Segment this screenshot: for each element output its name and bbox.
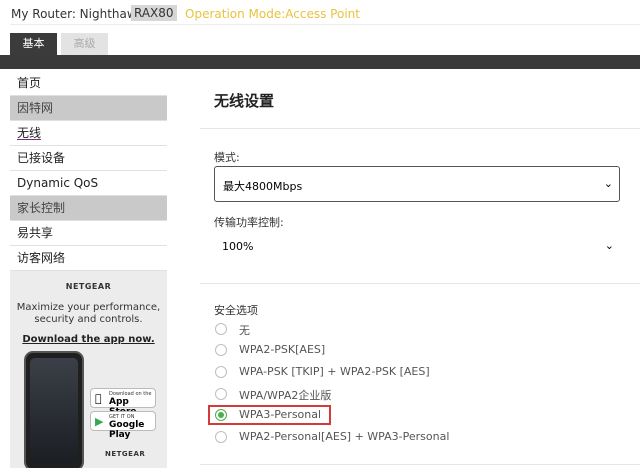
top-divider: [10, 24, 640, 25]
tab-underline-bar: [0, 55, 640, 69]
promo-text-line2: security and controls.: [10, 314, 167, 326]
page-title: 无线设置: [214, 90, 274, 111]
sidebar-item-readyshare[interactable]: 易共享: [10, 221, 167, 246]
google-play-label: Google Play: [109, 420, 155, 440]
sidebar-item-dynamic-qos[interactable]: Dynamic QoS: [10, 171, 167, 196]
sidebar-item-home[interactable]: 首页: [10, 71, 167, 96]
mode-select[interactable]: 最大4800Mbps ⌄: [214, 166, 620, 202]
apple-icon: : [95, 392, 102, 405]
radio-label: 无: [239, 322, 250, 338]
chevron-down-icon: ⌄: [604, 177, 613, 190]
power-label: 传输功率控制:: [214, 214, 284, 230]
radio-button[interactable]: [215, 366, 227, 378]
sidebar-item-internet[interactable]: 因特网: [10, 96, 167, 121]
phone-image: [24, 351, 84, 468]
radio-label: WPA/WPA2企业版: [239, 387, 331, 403]
section-divider: [200, 128, 640, 129]
sidebar-item-parental-controls[interactable]: 家长控制: [10, 196, 167, 221]
section-divider: [200, 283, 640, 284]
power-select-value: 100%: [222, 240, 253, 253]
top-bar: My Router: Nighthawk RAX80 Operation Mod…: [0, 0, 640, 28]
phone-screen: [30, 358, 78, 463]
sidebar: 首页 因特网 无线 已接设备 Dynamic QoS 家长控制 易共享 访客网络: [10, 71, 167, 271]
sidebar-item-wireless[interactable]: 无线: [10, 121, 167, 146]
router-model: RAX80: [131, 5, 177, 21]
app-store-button[interactable]:  Download on the App Store: [90, 388, 156, 408]
chevron-down-icon: ⌄: [605, 239, 614, 252]
sidebar-item-guest-network[interactable]: 访客网络: [10, 246, 167, 271]
power-select[interactable]: 100% ⌄: [214, 229, 620, 265]
promo-text: Maximize your performance, security and …: [10, 302, 167, 326]
router-label: My Router: Nighthawk: [11, 7, 144, 21]
app-promo-panel: NETGEAR Maximize your performance, secur…: [10, 271, 167, 468]
radio-label: WPA2-Personal[AES] + WPA3-Personal: [239, 430, 449, 443]
main-content: 无线设置 模式: 最大4800Mbps ⌄ 传输功率控制: 100% ⌄ 安全选…: [168, 71, 640, 468]
operation-mode: Operation Mode:Access Point: [185, 7, 360, 21]
google-play-icon: ▶: [95, 415, 103, 428]
selection-highlight-box: [208, 405, 331, 425]
tab-basic[interactable]: 基本: [10, 33, 57, 55]
security-options-label: 安全选项: [214, 302, 258, 318]
mode-select-value: 最大4800Mbps: [223, 178, 302, 194]
radio-button[interactable]: [215, 431, 227, 443]
section-divider: [200, 464, 640, 465]
google-play-button[interactable]: ▶ GET IT ON Google Play: [90, 411, 156, 431]
radio-button[interactable]: [215, 344, 227, 356]
sidebar-item-attached-devices[interactable]: 已接设备: [10, 146, 167, 171]
netgear-logo: NETGEAR: [10, 282, 167, 291]
promo-text-line1: Maximize your performance,: [10, 302, 167, 314]
radio-label: WPA2-PSK[AES]: [239, 343, 325, 356]
radio-button[interactable]: [215, 323, 227, 335]
radio-button[interactable]: [215, 388, 227, 400]
mode-label: 模式:: [214, 149, 240, 165]
netgear-logo-bottom: NETGEAR: [105, 450, 145, 458]
download-app-link[interactable]: Download the app now.: [10, 334, 167, 345]
radio-label: WPA-PSK [TKIP] + WPA2-PSK [AES]: [239, 365, 430, 378]
tab-advanced[interactable]: 高级: [61, 33, 108, 55]
